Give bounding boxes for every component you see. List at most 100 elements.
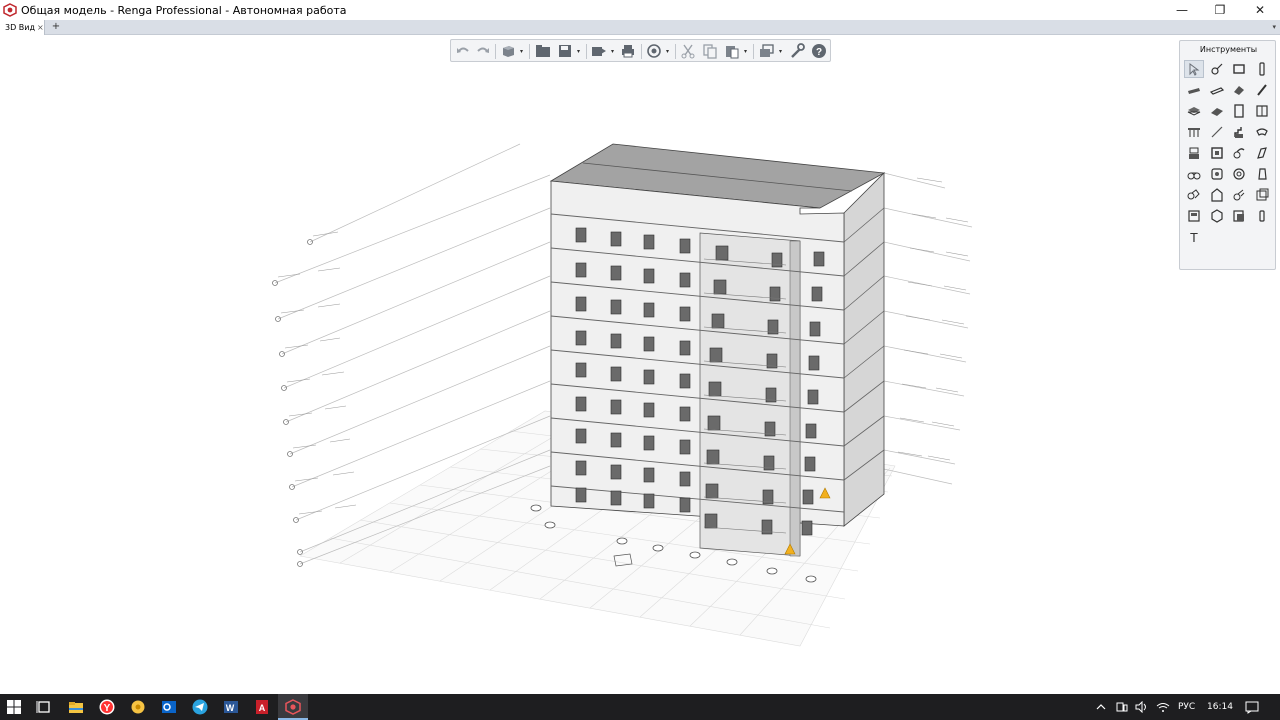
paste-button[interactable] — [724, 43, 740, 59]
view-style-button[interactable] — [759, 43, 775, 59]
room-icon — [1187, 189, 1200, 200]
building-3d-model[interactable] — [0, 36, 1280, 694]
tray-volume-icon[interactable] — [1135, 694, 1149, 720]
word-icon: W — [224, 701, 238, 713]
tool-window-button[interactable] — [1252, 102, 1272, 120]
tool-element-button[interactable] — [1252, 186, 1272, 204]
tool-railing-button[interactable] — [1184, 123, 1204, 141]
tool-sensor-button[interactable] — [1207, 165, 1227, 183]
dropdown-arrow[interactable]: ▾ — [577, 48, 580, 55]
minimize-button[interactable]: — — [1162, 0, 1202, 20]
outlook-button[interactable] — [161, 699, 177, 715]
add-tab-button[interactable]: + — [49, 20, 63, 34]
tool-panel-button[interactable] — [1207, 144, 1227, 162]
dropdown-arrow[interactable]: ▾ — [520, 48, 523, 55]
title-bar: Общая модель - Renga Professional - Авто… — [0, 0, 1280, 20]
tool-slab-button[interactable] — [1207, 81, 1227, 99]
level-icon — [1233, 210, 1244, 222]
tool-ramp-button[interactable] — [1207, 102, 1227, 120]
cut-button[interactable] — [680, 43, 696, 59]
settings-button[interactable] — [789, 43, 805, 59]
undo-button[interactable] — [455, 43, 471, 59]
task-view-button[interactable] — [36, 699, 52, 715]
tool-pump-button[interactable] — [1229, 165, 1249, 183]
sticky-app-icon — [131, 700, 145, 714]
axis-icon — [1210, 63, 1222, 75]
column-icon — [1258, 62, 1265, 76]
print-button[interactable] — [620, 43, 636, 59]
sensor-icon — [1210, 168, 1223, 180]
tool-select-button[interactable] — [1184, 60, 1204, 78]
dropdown-arrow[interactable]: ▾ — [779, 48, 782, 55]
tool-wall-button[interactable] — [1229, 60, 1249, 78]
tool-line-button[interactable] — [1207, 123, 1227, 141]
settings-icon — [791, 43, 805, 58]
file-explorer-icon — [69, 702, 83, 713]
tool-stair-button[interactable] — [1229, 123, 1249, 141]
tool-valve-button[interactable] — [1184, 165, 1204, 183]
tool-level-button[interactable] — [1229, 207, 1249, 225]
renga-taskbar-button[interactable] — [285, 699, 301, 715]
tool-dimension-button[interactable] — [1207, 207, 1227, 225]
orbit-button[interactable] — [646, 43, 662, 59]
tab-3d-view[interactable]: 3D Вид × — [0, 20, 45, 35]
maximize-button[interactable]: ❐ — [1200, 0, 1240, 20]
tool-section-button[interactable] — [1252, 207, 1272, 225]
tray-language[interactable]: РУС — [1178, 694, 1195, 720]
valve-icon — [1187, 172, 1201, 180]
copy-button[interactable] — [702, 43, 718, 59]
tool-sheet-button[interactable] — [1229, 186, 1249, 204]
export-button[interactable] — [591, 43, 607, 59]
tray-notifications-icon[interactable] — [1245, 694, 1259, 720]
tool-duct-button[interactable] — [1252, 123, 1272, 141]
building-side-face — [843, 172, 885, 527]
element-icon — [1256, 188, 1268, 201]
tray-clock[interactable]: 16:14 — [1207, 694, 1233, 720]
autocad-button[interactable]: A — [254, 699, 270, 715]
help-button[interactable]: ? — [811, 43, 827, 59]
assembly-icon — [1188, 210, 1200, 222]
tool-pipe-button[interactable] — [1229, 144, 1249, 162]
tool-door-button[interactable] — [1229, 102, 1249, 120]
floor-icon — [1187, 107, 1201, 116]
close-button[interactable]: ✕ — [1240, 0, 1280, 20]
dropdown-arrow[interactable]: ▾ — [744, 48, 747, 55]
open-button[interactable] — [535, 43, 551, 59]
tool-room-button[interactable] — [1184, 186, 1204, 204]
tool-opening-button[interactable] — [1207, 186, 1227, 204]
tray-chevron-icon[interactable] — [1096, 694, 1106, 720]
pipe-icon — [1233, 148, 1245, 159]
save-button[interactable] — [557, 43, 573, 59]
telegram-button[interactable] — [192, 699, 208, 715]
tool-roof-button[interactable] — [1229, 81, 1249, 99]
yandex-browser-button[interactable]: Y — [99, 699, 115, 715]
dropdown-arrow[interactable]: ▾ — [666, 48, 669, 55]
tab-menu-button[interactable]: ▾ — [1272, 20, 1276, 35]
railing-icon — [1188, 128, 1200, 137]
file-explorer-button[interactable] — [68, 699, 84, 715]
tray-wifi-icon[interactable] — [1156, 694, 1170, 720]
sticky-app-button[interactable] — [130, 699, 146, 715]
tab-close-button[interactable]: × — [37, 20, 44, 35]
tool-equipment-button[interactable] — [1184, 144, 1204, 162]
svg-text:W: W — [226, 703, 235, 713]
tool-column-button[interactable] — [1252, 60, 1272, 78]
windows-start-button[interactable] — [6, 699, 22, 715]
tray-network-device-icon[interactable] — [1116, 694, 1128, 720]
tool-rebar-button[interactable] — [1252, 81, 1272, 99]
tools-palette: Инструменты T — [1179, 40, 1276, 270]
view-cube-button[interactable] — [500, 43, 516, 59]
dropdown-arrow[interactable]: ▾ — [611, 48, 614, 55]
tool-beam-button[interactable] — [1184, 81, 1204, 99]
outlook-icon — [162, 701, 176, 713]
tool-assembly-button[interactable] — [1184, 207, 1204, 225]
palette-title: Инструменты — [1199, 45, 1258, 54]
tool-floor-button[interactable] — [1184, 102, 1204, 120]
tool-device-button[interactable] — [1252, 165, 1272, 183]
sheet-icon — [1233, 189, 1245, 201]
redo-button[interactable] — [475, 43, 491, 59]
tool-axis-button[interactable] — [1207, 60, 1227, 78]
word-button[interactable]: W — [223, 699, 239, 715]
tool-fitting-button[interactable] — [1252, 144, 1272, 162]
tool-text-button[interactable]: T — [1184, 228, 1204, 246]
